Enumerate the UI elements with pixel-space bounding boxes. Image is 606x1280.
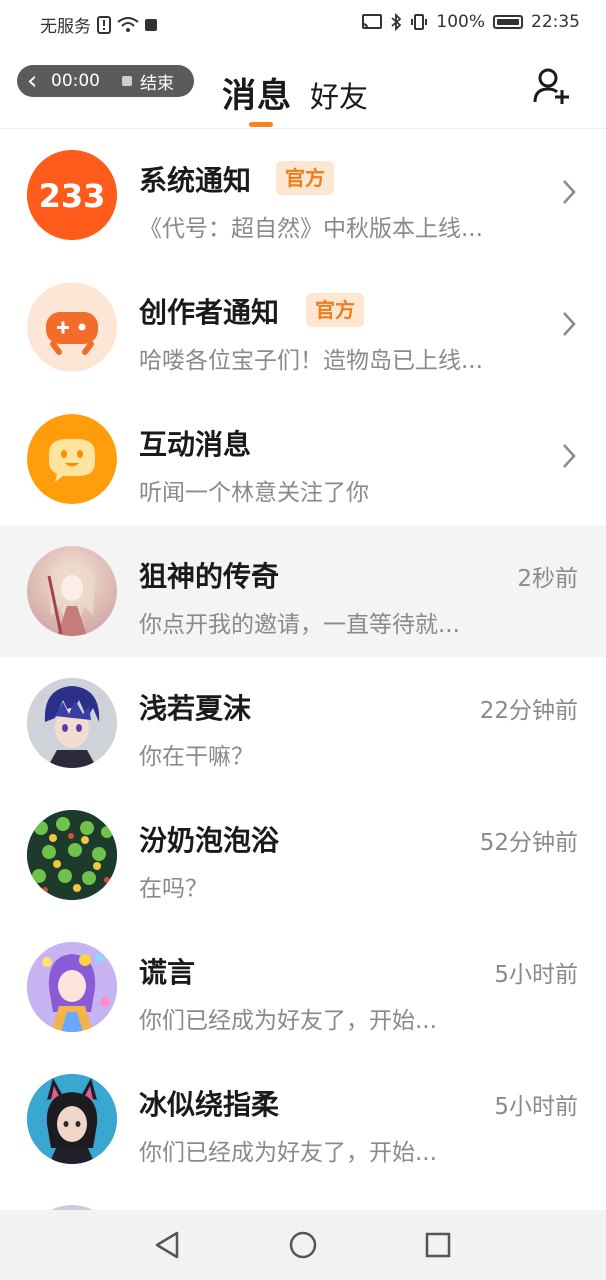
message-preview: 你们已经成为好友了，开始... <box>139 1140 437 1166</box>
item-preview: 《代号：超自然》中秋版本上线... <box>139 216 483 242</box>
contact-name: 冰似绕指柔 <box>139 1088 280 1121</box>
wifi-icon <box>117 16 139 32</box>
chevron-right-icon <box>563 312 576 336</box>
avatar <box>27 810 117 900</box>
status-bar: 无服务 100% 22:35 <box>0 0 606 48</box>
nav-home-icon[interactable] <box>288 1230 318 1260</box>
battery-icon <box>493 15 523 29</box>
system-nav-bar <box>0 1210 606 1280</box>
message-time: 5小时前 <box>494 962 578 988</box>
avatar <box>27 942 117 1032</box>
tab-messages[interactable]: 消息 <box>222 68 292 117</box>
tab-friends[interactable]: 好友 <box>310 74 368 116</box>
item-preview: 哈喽各位宝子们！造物岛已上线... <box>139 348 483 374</box>
status-right: 100% 22:35 <box>362 12 580 32</box>
message-preview: 你点开我的邀请，一直等待就... <box>139 612 460 638</box>
chevron-right-icon <box>563 444 576 468</box>
item-title: 系统通知 <box>139 164 252 197</box>
message-time: 2秒前 <box>517 566 578 592</box>
item-preview: 听闻一个林意关注了你 <box>139 480 369 506</box>
active-tab-indicator <box>249 122 273 127</box>
item-title: 创作者通知 <box>139 296 280 329</box>
battery-percent: 100% <box>436 12 485 32</box>
nav-recents-icon[interactable] <box>423 1230 453 1260</box>
official-badge: 官方 <box>306 293 364 327</box>
cast-icon <box>362 14 383 29</box>
message-time: 5小时前 <box>494 1094 578 1120</box>
conversation-item[interactable]: 汾奶泡泡浴 52分钟前 在吗？ <box>0 789 606 921</box>
stop-square-icon <box>122 76 132 86</box>
contact-name: 浅若夏沫 <box>139 692 252 725</box>
sim-alert-icon <box>97 15 111 34</box>
logo-233-icon: 233 <box>27 150 117 240</box>
notification-square-icon <box>145 18 157 31</box>
conversation-item-partial[interactable] <box>0 1185 606 1211</box>
add-friend-icon[interactable] <box>532 66 572 106</box>
gamepad-icon <box>27 282 117 372</box>
svg-text:233: 233 <box>39 177 106 215</box>
avatar <box>27 678 117 768</box>
conversation-item[interactable]: 谎言 5小时前 你们已经成为好友了，开始... <box>0 921 606 1053</box>
conversation-item[interactable]: 浅若夏沫 22分钟前 你在干嘛？ <box>0 657 606 789</box>
status-left: 无服务 <box>40 12 157 37</box>
contact-name: 谎言 <box>139 956 196 989</box>
carrier-text: 无服务 <box>40 17 91 37</box>
recorder-time: 00:00 <box>51 71 100 91</box>
item-title: 互动消息 <box>139 428 252 461</box>
chevron-right-icon <box>563 180 576 204</box>
message-preview: 在吗？ <box>139 876 208 902</box>
message-time: 52分钟前 <box>479 830 578 856</box>
clock: 22:35 <box>531 12 580 32</box>
message-time: 22分钟前 <box>479 698 578 724</box>
avatar <box>27 1074 117 1164</box>
screen-recorder-pill[interactable]: ‹ 00:00 结束 <box>17 65 194 97</box>
contact-name: 汾奶泡泡浴 <box>139 824 280 857</box>
contact-name: 狙神的传奇 <box>139 560 280 593</box>
recorder-end-button[interactable]: 结束 <box>140 69 174 94</box>
official-badge: 官方 <box>276 161 334 195</box>
conversation-item[interactable]: 狙神的传奇 2秒前 你点开我的邀请，一直等待就... <box>0 525 606 657</box>
message-preview: 你们已经成为好友了，开始... <box>139 1008 437 1034</box>
conversation-item[interactable]: 冰似绕指柔 5小时前 你们已经成为好友了，开始... <box>0 1053 606 1185</box>
back-chevron-icon[interactable]: ‹ <box>27 68 49 94</box>
header: ‹ 00:00 结束 消息 好友 <box>0 48 606 129</box>
list-item-creator-notice[interactable]: 创作者通知 官方 哈喽各位宝子们！造物岛已上线... <box>0 261 606 393</box>
list-item-interactions[interactable]: 互动消息 听闻一个林意关注了你 <box>0 393 606 525</box>
nav-back-icon[interactable] <box>153 1230 183 1260</box>
vibrate-icon <box>411 14 428 30</box>
avatar <box>27 546 117 636</box>
list-item-system-notice[interactable]: 233 系统通知 官方 《代号：超自然》中秋版本上线... <box>0 129 606 261</box>
message-preview: 你在干嘛？ <box>139 744 254 770</box>
chat-bubble-face-icon <box>27 414 117 504</box>
bluetooth-icon <box>391 13 402 31</box>
